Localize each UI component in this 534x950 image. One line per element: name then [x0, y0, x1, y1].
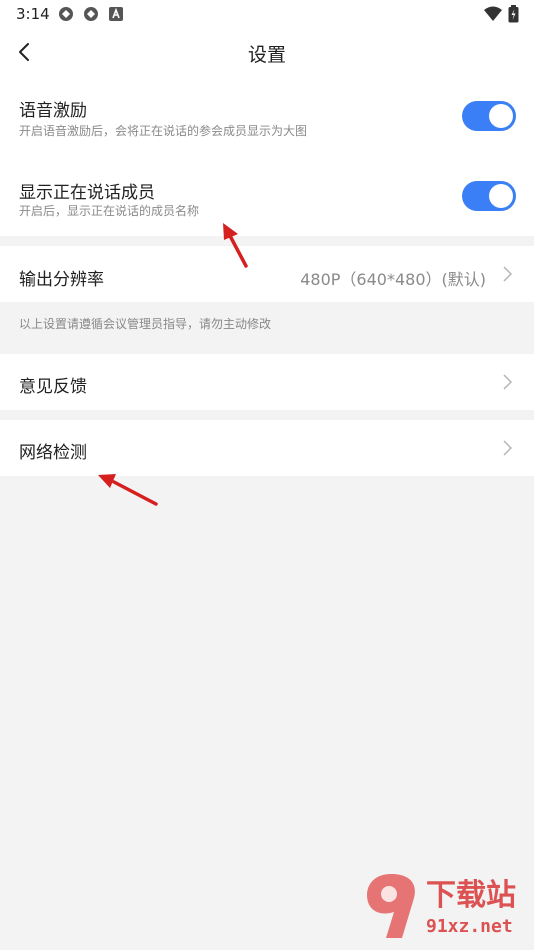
watermark-url: 91xz.net — [426, 916, 513, 937]
network-title: 网络检测 — [19, 443, 87, 463]
settings-note: 以上设置请遵循会议管理员指导，请勿主动修改 — [19, 317, 272, 331]
setting-row-feedback[interactable]: 意见反馈 — [0, 354, 534, 410]
chevron-right-icon — [503, 440, 513, 456]
page-title: 设置 — [247, 44, 286, 66]
chevron-right-icon — [503, 266, 513, 282]
status-bar: 3:14 — [0, 0, 534, 30]
show-speaking-toggle[interactable] — [462, 181, 516, 211]
watermark-mark-icon — [366, 874, 415, 938]
annotation-arrow-icon — [98, 474, 158, 506]
resolution-value: 480P（640*480）(默认) — [300, 270, 486, 289]
annotation-arrow-icon — [223, 223, 248, 268]
toggle-knob — [489, 184, 513, 208]
voice-incentive-toggle[interactable] — [462, 101, 516, 131]
a-icon — [109, 7, 123, 21]
setting-row-network[interactable]: 网络检测 — [0, 420, 534, 476]
setting-row-voice-incentive: 语音激励 开启语音激励后，会将正在说话的参会成员显示为大图 — [0, 76, 534, 158]
resolution-title: 输出分辨率 — [19, 270, 104, 290]
battery-icon — [508, 5, 519, 23]
voice-incentive-title: 语音激励 — [19, 101, 87, 121]
voice-incentive-subtitle: 开启语音激励后，会将正在说话的参会成员显示为大图 — [19, 124, 308, 138]
watermark-logo: 下载站 91xz.net — [354, 860, 534, 950]
show-speaking-subtitle: 开启后，显示正在说话的成员名称 — [19, 204, 200, 218]
setting-row-resolution[interactable]: 输出分辨率 480P（640*480）(默认) — [0, 246, 534, 302]
wifi-icon — [484, 6, 502, 21]
app-icon-2 — [84, 7, 98, 21]
app-icon-1 — [59, 7, 73, 21]
show-speaking-title: 显示正在说话成员 — [19, 183, 155, 203]
chevron-right-icon — [503, 374, 513, 390]
feedback-title: 意见反馈 — [19, 377, 87, 397]
setting-row-show-speaking: 显示正在说话成员 开启后，显示正在说话的成员名称 — [0, 158, 534, 236]
watermark-title: 下载站 — [426, 878, 516, 913]
header-bar: 设置 — [0, 30, 534, 76]
toggle-knob — [489, 104, 513, 128]
status-time: 3:14 — [16, 5, 50, 23]
